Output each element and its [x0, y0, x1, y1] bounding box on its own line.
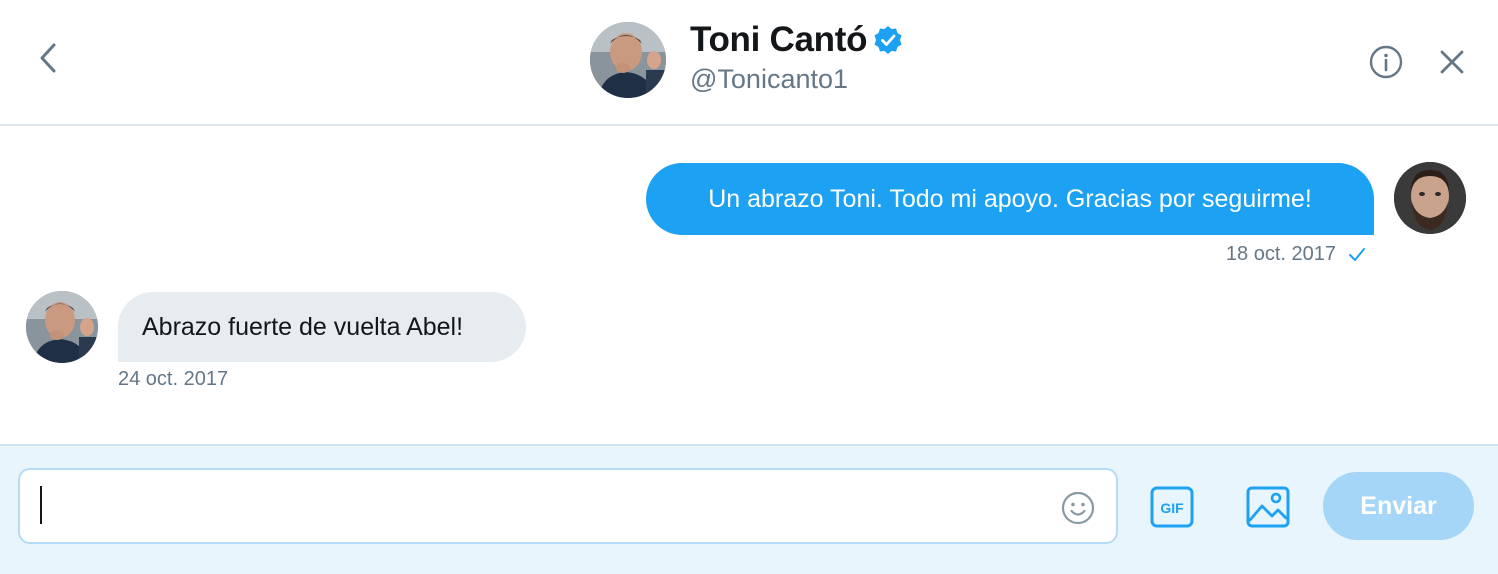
- close-button[interactable]: [1432, 42, 1472, 82]
- dm-conversation-window: Toni Cantó @Tonicanto1 Un abrazo Toni. T…: [0, 0, 1498, 574]
- message-text: Un abrazo Toni. Todo mi apoyo. Gracias p…: [708, 184, 1312, 213]
- image-icon: [1246, 486, 1290, 528]
- emoji-button[interactable]: [1060, 490, 1096, 526]
- message-bubble-sent[interactable]: Un abrazo Toni. Todo mi apoyo. Gracias p…: [646, 163, 1374, 235]
- verified-badge-icon: [873, 25, 903, 55]
- back-button[interactable]: [28, 40, 68, 76]
- emoji-icon: [1061, 491, 1095, 525]
- add-image-button[interactable]: [1246, 486, 1290, 528]
- info-icon: [1369, 45, 1403, 79]
- send-button[interactable]: Enviar: [1323, 472, 1474, 540]
- message-meta-sent: 18 oct. 2017: [1226, 243, 1366, 266]
- message-date: 18 oct. 2017: [1225, 243, 1336, 265]
- message-date: 24 oct. 2017: [118, 368, 229, 390]
- text-caret: [40, 486, 42, 524]
- contact-name[interactable]: Toni Cantó: [690, 20, 903, 60]
- close-icon: [1440, 50, 1464, 74]
- message-composer: GIF Enviar: [0, 444, 1498, 574]
- message-input-box[interactable]: [18, 468, 1118, 544]
- conversation-header: Toni Cantó @Tonicanto1: [0, 0, 1498, 126]
- gif-icon: GIF: [1150, 486, 1194, 528]
- message-input[interactable]: [38, 484, 1038, 528]
- back-arrow-icon: [40, 43, 56, 73]
- own-avatar[interactable]: [1394, 162, 1466, 234]
- gif-label: GIF: [1160, 500, 1184, 516]
- contact-handle[interactable]: @Tonicanto1: [690, 64, 848, 95]
- contact-avatar[interactable]: [590, 22, 666, 98]
- read-check-icon: [1348, 247, 1366, 263]
- message-bubble-received[interactable]: Abrazo fuerte de vuelta Abel!: [118, 292, 526, 362]
- contact-name-text: Toni Cantó: [690, 20, 868, 59]
- gif-button[interactable]: GIF: [1150, 486, 1194, 528]
- message-text: Abrazo fuerte de vuelta Abel!: [142, 312, 464, 341]
- sender-avatar[interactable]: [26, 291, 98, 363]
- conversation-info-button[interactable]: [1366, 42, 1406, 82]
